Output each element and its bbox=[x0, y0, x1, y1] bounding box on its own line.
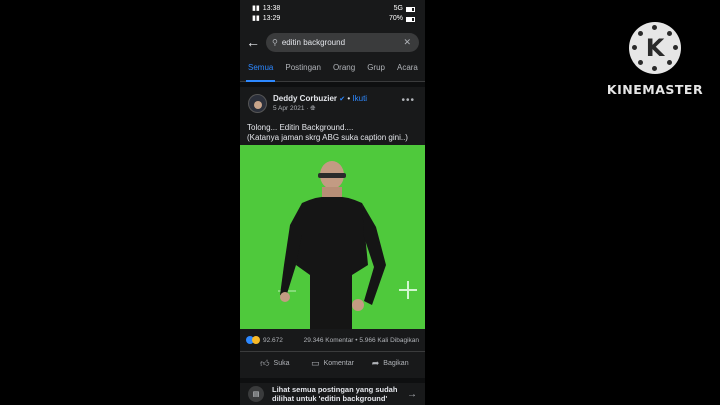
author-name[interactable]: Deddy Corbuzier bbox=[273, 94, 337, 103]
comment-icon: ▭ bbox=[311, 358, 320, 368]
like-button[interactable]: 👍︎ Suka bbox=[246, 358, 304, 369]
comment-label: Komentar bbox=[323, 360, 354, 367]
reactions[interactable]: 92.672 bbox=[246, 336, 283, 344]
battery-icon bbox=[406, 6, 415, 12]
filter-tabs: Semua Postingan Orang Grup Acara bbox=[240, 54, 425, 82]
kinemaster-watermark: K KINEMASTER bbox=[600, 22, 710, 97]
tab-semua[interactable]: Semua bbox=[242, 54, 279, 82]
post-photo[interactable] bbox=[240, 145, 425, 329]
tab-acara[interactable]: Acara bbox=[391, 54, 424, 82]
see-all-posts[interactable]: ▤ Lihat semua postingan yang sudah dilih… bbox=[240, 378, 425, 405]
tab-orang[interactable]: Orang bbox=[327, 54, 361, 82]
post-caption: Tolong... Editin Background.... (Katanya… bbox=[240, 119, 425, 145]
search-bar: ← ⚲ editin background ✕ bbox=[240, 30, 425, 54]
search-value: editin background bbox=[281, 37, 346, 47]
comments-shares[interactable]: 29.346 Komentar • 5.966 Kali Dibagikan bbox=[304, 337, 419, 344]
post-header: Deddy Corbuzier ✔ • Ikuti 5 Apr 2021 · 🌐… bbox=[240, 87, 425, 119]
verified-icon: ✔ bbox=[339, 95, 346, 103]
comment-button[interactable]: ▭ Komentar bbox=[304, 358, 362, 369]
more-horizontal-icon[interactable]: ••• bbox=[401, 95, 415, 106]
see-all-line-2: dilihat untuk 'editin background' bbox=[272, 394, 388, 403]
globe-icon: 🌐︎ bbox=[310, 104, 316, 112]
status-bar: ▮▮ 13:38 5G ▮▮ 13:29 70% bbox=[240, 0, 425, 28]
share-label: Bagikan bbox=[383, 360, 409, 367]
thumbs-up-icon: 👍︎ bbox=[260, 358, 270, 368]
like-label: Suka bbox=[273, 360, 290, 367]
share-icon: ➦ bbox=[371, 358, 380, 368]
search-icon: ⚲ bbox=[272, 37, 278, 47]
status-time-top: 13:38 bbox=[262, 5, 281, 12]
share-button[interactable]: ➦ Bagikan bbox=[361, 358, 419, 369]
battery-icon-2 bbox=[406, 16, 415, 22]
post-stats: 92.672 29.346 Komentar • 5.966 Kali Diba… bbox=[240, 329, 425, 351]
arrow-right-icon: → bbox=[407, 388, 417, 400]
tab-grup[interactable]: Grup bbox=[361, 54, 391, 82]
green-screen-photo bbox=[240, 145, 425, 329]
battery-label: 70% bbox=[388, 15, 403, 22]
post-date: 5 Apr 2021 · bbox=[273, 104, 309, 112]
tab-postingan[interactable]: Postingan bbox=[279, 54, 327, 82]
search-input[interactable]: ⚲ editin background ✕ bbox=[266, 32, 419, 52]
arrow-left-icon[interactable]: ← bbox=[246, 34, 260, 50]
phone-screen: ▮▮ 13:38 5G ▮▮ 13:29 70% ← ⚲ editin back… bbox=[240, 0, 425, 405]
reactions-count: 92.672 bbox=[263, 336, 283, 344]
network-label: 5G bbox=[393, 5, 403, 12]
caption-line-1: Tolong... Editin Background.... bbox=[247, 123, 354, 132]
caption-line-2: (Katanya jaman skrg ABG suka caption gin… bbox=[247, 133, 408, 142]
signal-icon: ▮▮ bbox=[252, 5, 260, 12]
haha-reaction-icon bbox=[252, 336, 260, 344]
kinemaster-logo: K bbox=[629, 22, 681, 74]
posts-icon: ▤ bbox=[248, 386, 264, 402]
signal-icon-2: ▮▮ bbox=[252, 15, 260, 22]
status-time: 13:29 bbox=[262, 15, 281, 22]
kinemaster-name: KINEMASTER bbox=[606, 82, 704, 97]
avatar[interactable] bbox=[248, 93, 267, 113]
close-icon[interactable]: ✕ bbox=[403, 37, 411, 48]
see-all-line-1: Lihat semua postingan yang sudah bbox=[272, 385, 398, 394]
post-actions: 👍︎ Suka ▭ Komentar ➦ Bagikan bbox=[240, 351, 425, 375]
follow-button[interactable]: Ikuti bbox=[352, 94, 367, 103]
video-frame: ▮▮ 13:38 5G ▮▮ 13:29 70% ← ⚲ editin back… bbox=[0, 0, 720, 405]
separator-dot: • bbox=[347, 93, 351, 103]
